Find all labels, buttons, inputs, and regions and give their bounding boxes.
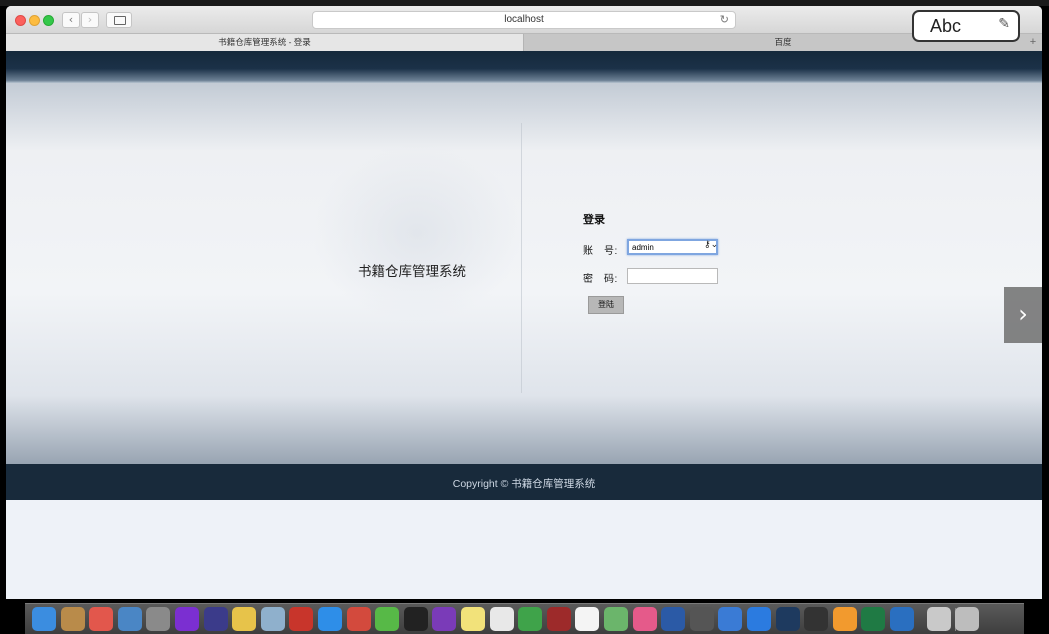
maps-icon[interactable] — [604, 607, 628, 631]
back-button[interactable]: ‹ — [62, 12, 80, 28]
trash-icon[interactable] — [955, 607, 979, 631]
page-header-bar — [6, 51, 1042, 83]
baidu-netdisk-icon[interactable] — [718, 607, 742, 631]
hero-divider — [521, 123, 522, 393]
key-icon[interactable]: ⚷⌄ — [704, 240, 718, 250]
new-tab-button[interactable]: + — [1026, 34, 1040, 51]
excel-icon[interactable] — [861, 607, 885, 631]
tab-bar: 书籍仓库管理系统 - 登录 百度 + — [6, 34, 1042, 51]
login-button[interactable]: 登陆 — [588, 296, 624, 314]
axure-icon[interactable] — [432, 607, 456, 631]
chrome-icon[interactable] — [890, 607, 914, 631]
page-footer: Copyright © 书籍仓库管理系统 — [6, 464, 1042, 500]
browser-window: ‹ › localhost ↻ 书籍仓库管理系统 - 登录 百度 + 书籍仓库管… — [6, 6, 1042, 599]
input-method-indicator: Abc ✎ — [912, 10, 1020, 42]
hero-area — [6, 83, 1042, 464]
copyright-text: Copyright © 书籍仓库管理系统 — [452, 478, 596, 490]
chevron-right-icon: › — [1018, 300, 1028, 328]
address-bar[interactable]: localhost ↻ — [312, 11, 736, 29]
page-content: 书籍仓库管理系统 登录 账 号: admin ⚷⌄ 密 码: 登陆 Copyri… — [6, 51, 1042, 599]
downloads-icon[interactable] — [927, 607, 951, 631]
eclipse-icon[interactable] — [204, 607, 228, 631]
clock-icon[interactable] — [690, 607, 714, 631]
account-label: 账 号: — [583, 246, 618, 257]
redis-icon[interactable] — [289, 607, 313, 631]
system-title: 书籍仓库管理系统 — [358, 264, 466, 279]
launchpad-icon[interactable] — [146, 607, 170, 631]
input-method-label: Abc — [930, 16, 962, 36]
instruments-icon[interactable] — [547, 607, 571, 631]
chevron-right-icon: › — [87, 13, 93, 26]
page-blank-area — [6, 500, 1042, 599]
wechat-icon[interactable] — [375, 607, 399, 631]
tab-login[interactable]: 书籍仓库管理系统 - 登录 — [6, 34, 524, 51]
sidebar-toggle-button[interactable] — [106, 12, 132, 28]
hero-glow — [312, 143, 522, 323]
word-icon[interactable] — [661, 607, 685, 631]
folder-icon[interactable] — [232, 607, 256, 631]
input-method-mascot-icon: ✎ — [998, 16, 1010, 32]
safari-icon[interactable] — [318, 607, 342, 631]
minimize-window-button[interactable] — [29, 15, 40, 26]
password-input[interactable] — [627, 268, 718, 284]
maximize-window-button[interactable] — [43, 15, 54, 26]
music-icon[interactable] — [633, 607, 657, 631]
textedit-icon[interactable] — [490, 607, 514, 631]
photos-icon[interactable] — [89, 607, 113, 631]
password-label: 密 码: — [583, 274, 618, 285]
screen: ‹ › localhost ↻ 书籍仓库管理系统 - 登录 百度 + 书籍仓库管… — [0, 0, 1049, 634]
qq-icon[interactable] — [404, 607, 428, 631]
database-icon[interactable] — [261, 607, 285, 631]
reload-icon[interactable]: ↻ — [720, 13, 729, 26]
notes-book-icon[interactable] — [61, 607, 85, 631]
next-slide-button[interactable]: › — [1004, 287, 1042, 343]
calendar-icon[interactable] — [575, 607, 599, 631]
mail-icon[interactable] — [347, 607, 371, 631]
photoshop-icon[interactable] — [776, 607, 800, 631]
intellij-icon[interactable] — [175, 607, 199, 631]
chevron-left-icon: ‹ — [68, 13, 74, 26]
dock — [25, 603, 1024, 634]
finder-icon[interactable] — [32, 607, 56, 631]
qq-penguin-icon[interactable] — [804, 607, 828, 631]
teamviewer-icon[interactable] — [747, 607, 771, 631]
login-title: 登录 — [583, 214, 605, 226]
stickies-icon[interactable] — [461, 607, 485, 631]
settings-icon[interactable] — [518, 607, 542, 631]
close-window-button[interactable] — [15, 15, 26, 26]
address-text: localhost — [504, 14, 544, 25]
sublime-icon[interactable] — [833, 607, 857, 631]
preview-icon[interactable] — [118, 607, 142, 631]
forward-button[interactable]: › — [81, 12, 99, 28]
browser-titlebar: ‹ › localhost ↻ — [6, 6, 1042, 34]
